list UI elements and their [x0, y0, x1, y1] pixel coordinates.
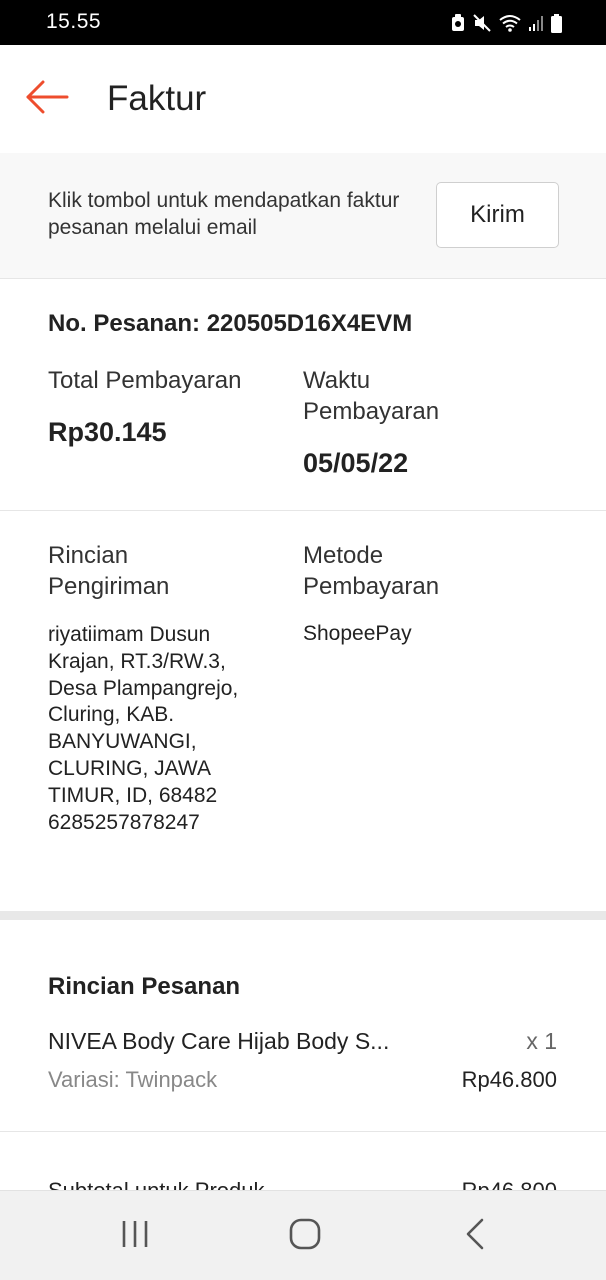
shipping-address: riyatiimam Dusun Krajan, RT.3/RW.3, Desa…	[48, 623, 239, 834]
app-header: Faktur	[0, 45, 606, 153]
subtotal-value: Rp46.800	[462, 1178, 557, 1190]
product-variant: Variasi: Twinpack	[48, 1067, 218, 1092]
status-bar: 15.55	[0, 0, 606, 45]
back-button[interactable]	[22, 77, 72, 121]
signal-icon	[529, 14, 543, 32]
battery-icon	[551, 13, 562, 33]
mute-icon	[473, 14, 491, 32]
notification-app-icon	[451, 14, 465, 32]
system-nav-bar	[0, 1190, 606, 1280]
payment-method-label: Metode Pembayaran	[303, 542, 440, 600]
product-price: Rp46.800	[461, 1067, 557, 1092]
home-icon	[288, 1217, 322, 1256]
wifi-icon	[499, 14, 521, 32]
payment-time-value: 05/05/22	[303, 448, 409, 478]
order-detail-section: Rincian Pesanan NIVEA Body Care Hijab Bo…	[0, 920, 606, 1132]
payment-method-value: ShopeePay	[303, 622, 412, 645]
order-number: No. Pesanan: 220505D16X4EVM	[48, 310, 413, 337]
subtotal-row: Subtotal untuk Produk Rp46.800	[0, 1170, 606, 1190]
total-payment-value: Rp30.145	[48, 417, 167, 447]
email-invoice-text: Klik tombol untuk mendapatkan faktur pes…	[48, 189, 400, 239]
email-invoice-section: Klik tombol untuk mendapatkan faktur pes…	[0, 153, 606, 279]
section-divider	[0, 911, 606, 920]
subtotal-label: Subtotal untuk Produk	[48, 1178, 264, 1190]
back-icon	[464, 1217, 486, 1256]
product-quantity: x 1	[526, 1028, 557, 1054]
home-button[interactable]	[275, 1215, 335, 1257]
order-detail-title: Rincian Pesanan	[48, 973, 241, 1000]
product-name: NIVEA Body Care Hijab Body S...	[48, 1028, 390, 1054]
recent-apps-button[interactable]	[105, 1215, 165, 1257]
page-title: Faktur	[107, 79, 207, 118]
recent-apps-icon	[119, 1219, 151, 1254]
status-time: 15.55	[46, 10, 102, 33]
shipping-details-label: Rincian Pengiriman	[48, 542, 170, 600]
payment-time-label: Waktu Pembayaran	[303, 367, 440, 425]
arrow-left-icon	[25, 80, 69, 119]
send-invoice-button[interactable]: Kirim	[436, 182, 559, 248]
nav-back-button[interactable]	[445, 1215, 505, 1257]
total-payment-label: Total Pembayaran	[48, 367, 242, 394]
order-summary-section: No. Pesanan: 220505D16X4EVM Total Pembay…	[0, 279, 606, 511]
status-icons	[451, 12, 562, 34]
shipping-section: Rincian Pengiriman riyatiimam Dusun Kraj…	[0, 511, 606, 911]
